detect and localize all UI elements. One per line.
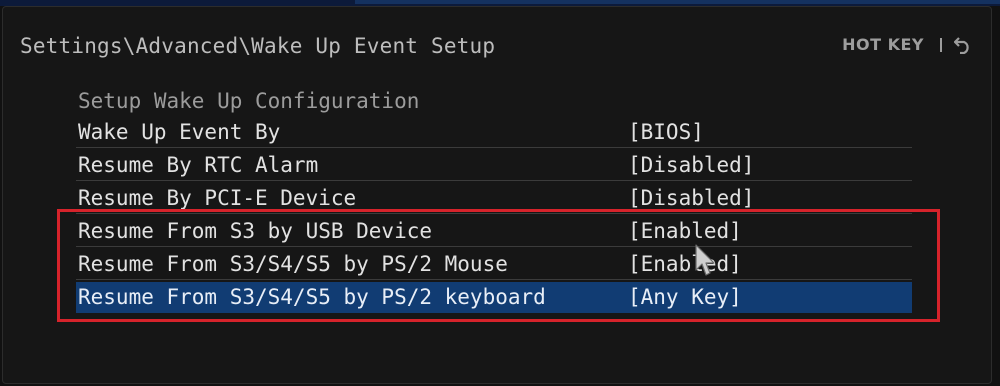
- breadcrumb: Settings\Advanced\Wake Up Event Setup: [20, 34, 496, 58]
- setting-label: Resume From S3 by USB Device: [78, 219, 433, 243]
- settings-list: Wake Up Event By [BIOS] Resume By RTC Al…: [76, 117, 912, 315]
- setting-row-resume-ps2-keyboard[interactable]: Resume From S3/S4/S5 by PS/2 keyboard [A…: [76, 282, 912, 313]
- top-strip-accent: [355, 0, 1000, 4]
- hotkey-bar: HOT KEY: [842, 35, 972, 54]
- setting-value[interactable]: [BIOS]: [628, 117, 704, 147]
- setting-label: Wake Up Event By: [78, 120, 281, 144]
- setting-label: Resume By PCI-E Device: [78, 186, 357, 210]
- setting-label: Resume From S3/S4/S5 by PS/2 Mouse: [78, 252, 508, 276]
- setting-value[interactable]: [Enabled]: [628, 216, 742, 246]
- setting-value[interactable]: [Any Key]: [628, 282, 742, 312]
- setting-row-resume-s3-usb[interactable]: Resume From S3 by USB Device [Enabled]: [76, 216, 912, 247]
- mouse-cursor-icon: [695, 244, 719, 282]
- hotkey-label[interactable]: HOT KEY: [842, 35, 924, 54]
- setting-label: Resume By RTC Alarm: [78, 153, 319, 177]
- setting-row-resume-by-pcie-device[interactable]: Resume By PCI-E Device [Disabled]: [76, 183, 912, 214]
- setting-row-resume-ps2-mouse[interactable]: Resume From S3/S4/S5 by PS/2 Mouse [Enab…: [76, 249, 912, 280]
- back-arrow-icon[interactable]: [954, 36, 972, 54]
- section-title: Setup Wake Up Configuration: [78, 89, 420, 113]
- setting-value[interactable]: [Enabled]: [628, 249, 742, 279]
- hotkey-divider: [940, 37, 942, 52]
- setting-value[interactable]: [Disabled]: [628, 150, 754, 180]
- setting-row-resume-by-rtc-alarm[interactable]: Resume By RTC Alarm [Disabled]: [76, 150, 912, 181]
- setting-label: Resume From S3/S4/S5 by PS/2 keyboard: [78, 285, 546, 309]
- setting-row-wake-up-event-by[interactable]: Wake Up Event By [BIOS]: [76, 117, 912, 148]
- setting-value[interactable]: [Disabled]: [628, 183, 754, 213]
